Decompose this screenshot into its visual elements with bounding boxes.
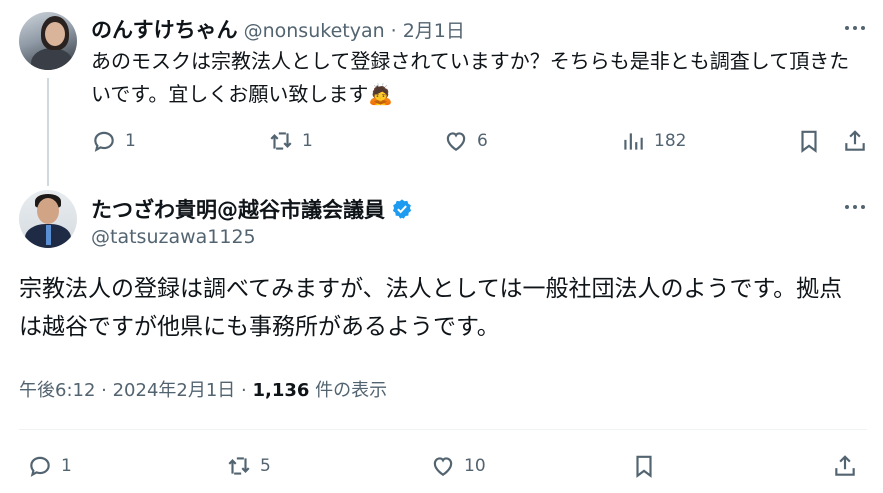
reply-icon: [94, 131, 114, 152]
reply-icon: [30, 456, 50, 477]
views-icon: [624, 133, 643, 150]
share-icon: [835, 455, 855, 476]
like-count: 10: [464, 456, 486, 476]
separator: ·: [235, 380, 253, 401]
share-icon: [845, 130, 865, 151]
repost-button[interactable]: 5: [226, 453, 271, 479]
like-count: 6: [477, 131, 488, 151]
verified-icon[interactable]: [391, 198, 413, 220]
reply-tweet[interactable]: のんすけちゃん @nonsuketyan · 2月1日 あのモスクは宗教法人とし…: [0, 0, 883, 170]
repost-icon: [270, 132, 292, 150]
share-button[interactable]: [842, 128, 868, 154]
avatar[interactable]: [19, 190, 77, 248]
bookmark-button[interactable]: [796, 128, 822, 154]
post-time[interactable]: 午後6:12: [19, 380, 95, 401]
tweet-text: あのモスクは宗教法人として登録されていますか？そちらも是非とも調査して頂きたいで…: [91, 45, 861, 111]
views-count: 182: [654, 131, 687, 151]
bookmark-button[interactable]: [631, 453, 657, 479]
repost-icon: [228, 457, 250, 475]
display-name[interactable]: たつざわ貴明@越谷市議会議員: [91, 194, 385, 224]
tweet-header: のんすけちゃん @nonsuketyan · 2月1日: [91, 14, 465, 44]
repost-count: 1: [302, 131, 313, 151]
tweet-text: 宗教法人の登録は調べてみますが、法人としては一般社団法人のようです。拠点は越谷で…: [19, 276, 843, 340]
post-date[interactable]: 2月1日: [403, 16, 465, 43]
like-button[interactable]: 10: [430, 453, 486, 479]
more-icon[interactable]: [845, 26, 865, 30]
divider: [19, 429, 867, 430]
like-button[interactable]: 6: [443, 128, 488, 154]
tweet-header: たつざわ貴明@越谷市議会議員: [91, 194, 413, 224]
more-icon[interactable]: [845, 205, 865, 209]
reply-count: 1: [61, 456, 72, 476]
reply-button[interactable]: 1: [27, 453, 72, 479]
like-icon: [446, 132, 466, 151]
display-name[interactable]: のんすけちゃん: [91, 14, 238, 44]
tweet-meta: 午後6:12 · 2024年2月1日 · 1,136 件の表示: [19, 376, 387, 402]
bowing-emoji: 🙇: [368, 82, 394, 106]
handle[interactable]: @nonsuketyan: [244, 20, 385, 42]
bookmark-icon: [801, 130, 817, 153]
post-date[interactable]: 2024年2月1日: [113, 380, 236, 401]
avatar[interactable]: [19, 12, 77, 70]
handle[interactable]: @tatsuzawa1125: [91, 226, 256, 248]
share-button[interactable]: [832, 453, 858, 479]
views-total: 1,136: [252, 380, 310, 401]
repost-count: 5: [260, 456, 271, 476]
like-icon: [433, 457, 453, 476]
views-button[interactable]: 182: [620, 128, 686, 154]
reply-button[interactable]: 1: [91, 128, 136, 154]
separator: ·: [95, 380, 113, 401]
views-label: 件の表示: [309, 380, 388, 401]
repost-button[interactable]: 1: [268, 128, 313, 154]
reply-count: 1: [125, 131, 136, 151]
separator: ·: [390, 20, 397, 42]
bookmark-icon: [636, 455, 652, 478]
